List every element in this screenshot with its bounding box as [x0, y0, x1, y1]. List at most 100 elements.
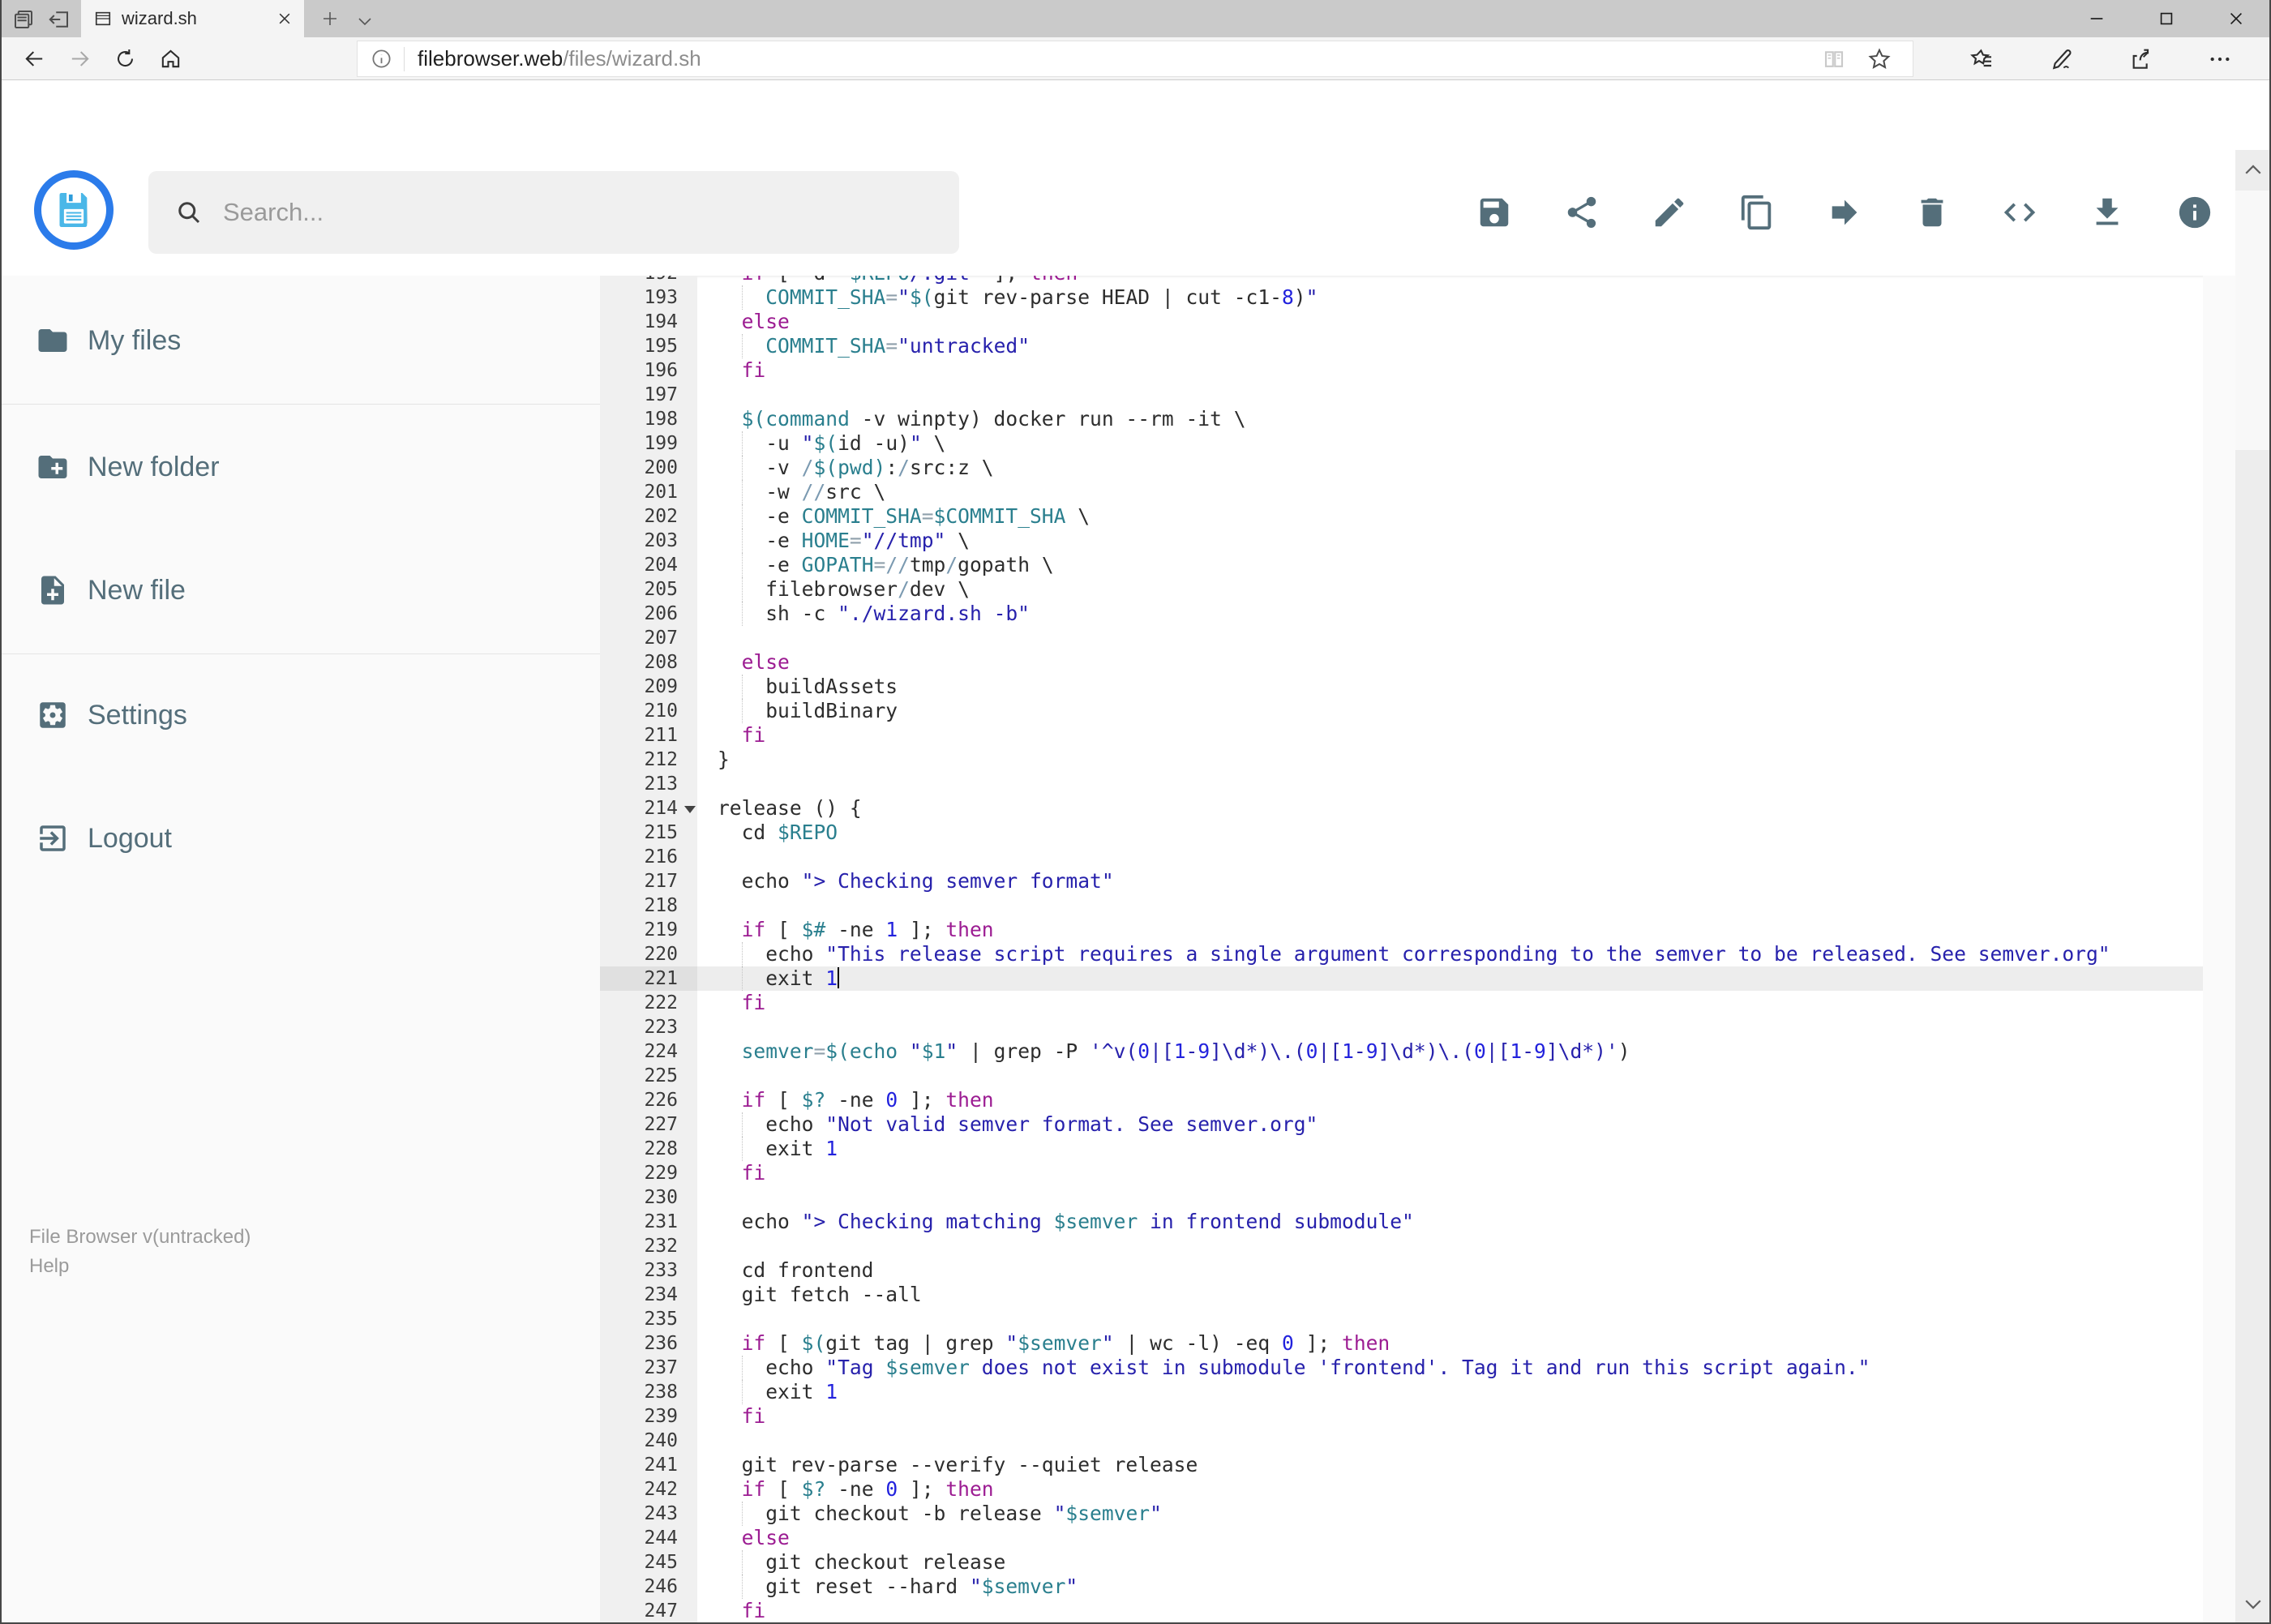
code-line-241[interactable]: 241 git rev-parse --verify --quiet releas…	[600, 1453, 2203, 1477]
forward-icon[interactable]	[68, 47, 92, 71]
code-line-content[interactable]: -w //src \	[697, 480, 2203, 504]
code-line-content[interactable]: fi	[697, 1161, 2203, 1185]
code-line-196[interactable]: 196 fi	[600, 358, 2203, 383]
move-button[interactable]	[1826, 194, 1863, 231]
code-line-220[interactable]: 220 echo "This release script requires a …	[600, 942, 2203, 966]
code-line-210[interactable]: 210 buildBinary	[600, 699, 2203, 723]
code-line-content[interactable]	[697, 772, 2203, 796]
code-line-198[interactable]: 198 $(command -v winpty) docker run --rm …	[600, 407, 2203, 431]
set-tabs-aside-icon[interactable]	[47, 7, 71, 32]
code-line-content[interactable]: -e COMMIT_SHA=$COMMIT_SHA \	[697, 504, 2203, 529]
maximize-button[interactable]	[2132, 0, 2201, 37]
sidebar-item-new-folder[interactable]: New folder	[0, 418, 600, 516]
code-line-content[interactable]: cd $REPO	[697, 821, 2203, 845]
code-line-content[interactable]: COMMIT_SHA="untracked"	[697, 334, 2203, 358]
code-line-content[interactable]: cd frontend	[697, 1258, 2203, 1283]
code-line-229[interactable]: 229 fi	[600, 1161, 2203, 1185]
code-line-content[interactable]	[697, 893, 2203, 918]
code-line-content[interactable]: buildBinary	[697, 699, 2203, 723]
code-line-200[interactable]: 200 -v /$(pwd):/src:z \	[600, 456, 2203, 480]
reading-view-icon[interactable]	[1822, 47, 1846, 71]
site-info-icon[interactable]	[371, 48, 392, 70]
code-line-content[interactable]: fi	[697, 1599, 2203, 1623]
code-line-192[interactable]: 192if [ -d "$REPO/.git" ]; then	[600, 276, 2203, 285]
code-line-208[interactable]: 208 else	[600, 650, 2203, 675]
sidebar-item-settings[interactable]: Settings	[0, 666, 600, 764]
hub-favorites-icon[interactable]	[1969, 46, 1995, 72]
code-line-content[interactable]: echo "This release script requires a sin…	[697, 942, 2203, 966]
code-line-content[interactable]	[697, 626, 2203, 650]
code-line-244[interactable]: 244 else	[600, 1526, 2203, 1550]
filebrowser-logo[interactable]	[34, 170, 114, 250]
code-line-203[interactable]: 203 -e HOME="//tmp" \	[600, 529, 2203, 553]
refresh-icon[interactable]	[114, 47, 137, 71]
code-line-235[interactable]: 235	[600, 1307, 2203, 1331]
code-line-211[interactable]: 211 fi	[600, 723, 2203, 748]
code-line-232[interactable]: 232	[600, 1234, 2203, 1258]
info-button[interactable]	[2176, 194, 2213, 231]
code-line-193[interactable]: 193 COMMIT_SHA="$(git rev-parse HEAD | cu…	[600, 285, 2203, 310]
code-line-content[interactable]: echo "Tag $semver does not exist in subm…	[697, 1356, 2203, 1380]
home-icon[interactable]	[159, 47, 182, 71]
code-line-content[interactable]: git fetch --all	[697, 1283, 2203, 1307]
search-input[interactable]	[223, 198, 920, 227]
code-line-content[interactable]: -e HOME="//tmp" \	[697, 529, 2203, 553]
scroll-down-icon[interactable]	[2241, 1592, 2265, 1616]
code-line-202[interactable]: 202 -e COMMIT_SHA=$COMMIT_SHA \	[600, 504, 2203, 529]
save-button[interactable]	[1476, 194, 1513, 231]
code-line-content[interactable]: fi	[697, 1404, 2203, 1429]
code-line-227[interactable]: 227 echo "Not valid semver format. See se…	[600, 1112, 2203, 1137]
copy-button[interactable]	[1738, 194, 1776, 231]
code-line-197[interactable]: 197	[600, 383, 2203, 407]
code-line-207[interactable]: 207	[600, 626, 2203, 650]
code-line-204[interactable]: 204 -e GOPATH=//tmp/gopath \	[600, 553, 2203, 577]
code-line-209[interactable]: 209 buildAssets	[600, 675, 2203, 699]
code-line-228[interactable]: 228 exit 1	[600, 1137, 2203, 1161]
scroll-up-icon[interactable]	[2241, 158, 2265, 182]
code-line-231[interactable]: 231 echo "> Checking matching $semver in …	[600, 1210, 2203, 1234]
code-line-content[interactable]: if [ $? -ne 0 ]; then	[697, 1088, 2203, 1112]
code-line-content[interactable]: fi	[697, 358, 2203, 383]
tab-list-chevron-icon[interactable]	[355, 11, 375, 31]
code-line-237[interactable]: 237 echo "Tag $semver does not exist in s…	[600, 1356, 2203, 1380]
code-line-content[interactable]: echo "> Checking semver format"	[697, 869, 2203, 893]
share-icon[interactable]	[2128, 46, 2154, 72]
code-line-content[interactable]	[697, 1064, 2203, 1088]
code-line-239[interactable]: 239 fi	[600, 1404, 2203, 1429]
delete-button[interactable]	[1913, 194, 1951, 231]
new-tab-button[interactable]	[320, 9, 340, 28]
code-line-content[interactable]	[697, 1429, 2203, 1453]
add-favorite-star-icon[interactable]	[1867, 47, 1892, 71]
code-line-content[interactable]: exit 1	[697, 1137, 2203, 1161]
browser-tab[interactable]: wizard.sh	[81, 0, 304, 37]
code-line-217[interactable]: 217 echo "> Checking semver format"	[600, 869, 2203, 893]
code-line-content[interactable]: git reset --hard "$semver"	[697, 1575, 2203, 1599]
code-line-content[interactable]: exit 1	[697, 966, 2203, 991]
code-line-content[interactable]: buildAssets	[697, 675, 2203, 699]
share-button[interactable]	[1563, 194, 1600, 231]
url-field[interactable]: filebrowser.web/files/wizard.sh	[357, 41, 1913, 77]
web-note-pen-icon[interactable]	[2050, 46, 2076, 72]
sidebar-item-new-file[interactable]: New file	[0, 542, 600, 639]
code-line-213[interactable]: 213	[600, 772, 2203, 796]
code-line-243[interactable]: 243 git checkout -b release "$semver"	[600, 1502, 2203, 1526]
code-line-206[interactable]: 206 sh -c "./wizard.sh -b"	[600, 602, 2203, 626]
code-line-226[interactable]: 226 if [ $? -ne 0 ]; then	[600, 1088, 2203, 1112]
sidebar-item-logout[interactable]: Logout	[0, 790, 600, 887]
code-line-content[interactable]: else	[697, 1526, 2203, 1550]
code-line-194[interactable]: 194 else	[600, 310, 2203, 334]
code-line-240[interactable]: 240	[600, 1429, 2203, 1453]
code-line-content[interactable]	[697, 1234, 2203, 1258]
code-line-205[interactable]: 205 filebrowser/dev \	[600, 577, 2203, 602]
code-line-214[interactable]: 214 release () {	[600, 796, 2203, 821]
code-line-215[interactable]: 215 cd $REPO	[600, 821, 2203, 845]
code-line-content[interactable]: filebrowser/dev \	[697, 577, 2203, 602]
code-line-content[interactable]	[697, 1015, 2203, 1039]
code-line-content[interactable]	[697, 383, 2203, 407]
code-line-201[interactable]: 201 -w //src \	[600, 480, 2203, 504]
scrollbar-thumb[interactable]	[2235, 191, 2271, 450]
code-line-222[interactable]: 222 fi	[600, 991, 2203, 1015]
code-line-content[interactable]: echo "> Checking matching $semver in fro…	[697, 1210, 2203, 1234]
code-line-224[interactable]: 224 semver=$(echo "$1" | grep -P '^v(0|[1…	[600, 1039, 2203, 1064]
code-line-199[interactable]: 199 -u "$(id -u)" \	[600, 431, 2203, 456]
